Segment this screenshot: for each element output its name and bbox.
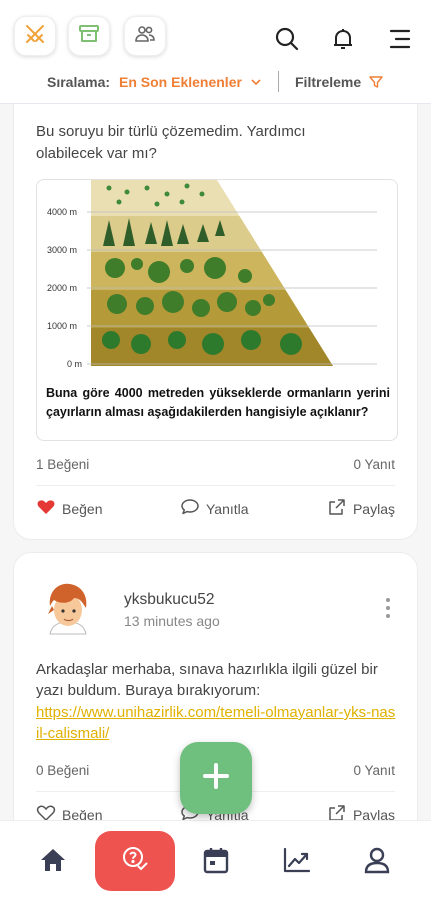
plus-icon: [201, 761, 231, 796]
post-link[interactable]: https://www.unihazirlik.com/temeli-olmay…: [36, 702, 396, 744]
swords-button[interactable]: [14, 16, 56, 56]
share-button[interactable]: Paylaş: [327, 497, 395, 520]
avatar[interactable]: [36, 578, 100, 642]
archive-icon: [77, 22, 101, 51]
sort-filter-bar: Sıralama: En Son Eklenenler Filtreleme: [0, 70, 431, 94]
profile-icon: [362, 847, 392, 879]
nav-profile[interactable]: [362, 845, 392, 875]
calendar-icon: [201, 848, 231, 879]
menu-button[interactable]: [387, 26, 413, 52]
notifications-button[interactable]: [330, 26, 356, 52]
share-icon: [327, 497, 347, 520]
comment-icon: [180, 497, 200, 520]
username[interactable]: yksbukucu52: [124, 591, 214, 609]
post-actions: Beğen Yanıtla Paylaş: [36, 497, 395, 519]
menu-icon: [387, 29, 413, 56]
likes-count: 1 Beğeni: [36, 457, 90, 472]
filter-icon[interactable]: [368, 74, 384, 90]
app-root: Sıralama: En Son Eklenenler Filtreleme B…: [0, 0, 431, 900]
search-icon: [274, 27, 300, 56]
like-label: Beğen: [62, 500, 103, 517]
nav-ask-question[interactable]: [95, 831, 175, 891]
nav-calendar[interactable]: [201, 845, 231, 875]
archive-button[interactable]: [68, 16, 110, 56]
users-button[interactable]: [124, 16, 166, 56]
heart-filled-icon: [36, 497, 56, 520]
like-button[interactable]: Beğen: [36, 497, 102, 520]
replies-count: 0 Yanıt: [353, 457, 395, 472]
question-image[interactable]: 4000 m 3000 m 2000 m 1000 m 0 m Buna gör…: [36, 179, 398, 441]
filter-button[interactable]: Filtreleme: [295, 74, 361, 90]
post-text: Bu soruyu bir türlü çözemedim. Yardımcı …: [36, 123, 306, 162]
search-button[interactable]: [274, 26, 300, 52]
post-time: 13 minutes ago: [124, 613, 220, 629]
header-toolbar: [14, 14, 417, 58]
users-icon: [133, 22, 157, 51]
altitude-label: 4000 m: [47, 207, 77, 217]
reply-button[interactable]: Yanıtla: [180, 497, 249, 520]
divider: [36, 485, 395, 486]
sort-label: Sıralama:: [47, 74, 111, 90]
home-icon: [38, 849, 68, 879]
bottom-navigation: [0, 820, 431, 900]
altitude-label: 1000 m: [47, 321, 77, 331]
altitude-label: 3000 m: [47, 245, 77, 255]
top-header: Sıralama: En Son Eklenenler Filtreleme: [0, 0, 431, 104]
add-post-button[interactable]: [180, 742, 252, 814]
ask-question-icon: [120, 844, 150, 879]
post-stats: 1 Beğeni 0 Yanıt: [36, 457, 395, 477]
more-options-icon[interactable]: [385, 597, 391, 619]
bell-icon: [330, 29, 356, 56]
altitude-label: 0 m: [67, 359, 82, 369]
nav-statistics[interactable]: [282, 845, 312, 875]
likes-count: 0 Beğeni: [36, 763, 90, 778]
altitude-labels: 4000 m 3000 m 2000 m 1000 m 0 m: [47, 207, 82, 369]
swords-icon: [23, 22, 47, 51]
sort-dropdown[interactable]: En Son Eklenenler: [119, 74, 242, 90]
nav-home[interactable]: [38, 845, 68, 875]
share-label: Paylaş: [352, 500, 395, 517]
post-card[interactable]: Bu soruyu bir türlü çözemedim. Yardımcı …: [13, 60, 418, 540]
chevron-down-icon[interactable]: [250, 75, 262, 87]
altitude-label: 2000 m: [47, 283, 77, 293]
post-text: Arkadaşlar merhaba, sınava hazırlıkla il…: [36, 661, 378, 699]
reply-label: Yanıtla: [206, 500, 249, 517]
replies-count: 0 Yanıt: [353, 763, 395, 778]
divider: [278, 71, 279, 92]
image-caption: Buna göre 4000 metreden yükseklerde orma…: [46, 386, 390, 419]
chart-icon: [282, 847, 312, 879]
